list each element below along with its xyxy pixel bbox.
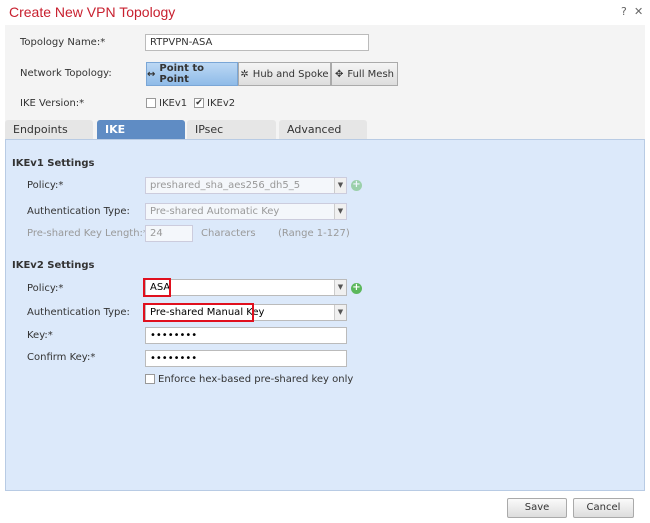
auth-highlight bbox=[143, 303, 254, 322]
policy-highlight bbox=[143, 278, 171, 297]
tab-ike[interactable]: IKE bbox=[97, 120, 185, 139]
ikev1-heading: IKEv1 Settings bbox=[12, 158, 95, 169]
point-to-point-label: Point to Point bbox=[159, 63, 205, 85]
characters-label: Characters bbox=[201, 228, 256, 239]
ikev2-heading: IKEv2 Settings bbox=[12, 260, 95, 271]
hex-checkbox[interactable] bbox=[145, 374, 155, 384]
help-icon[interactable]: ? bbox=[621, 5, 627, 18]
ikev2-checkbox[interactable]: ✔ bbox=[194, 98, 204, 108]
dialog-title: Create New VPN Topology bbox=[9, 4, 176, 20]
ikev1-checkbox[interactable] bbox=[146, 98, 156, 108]
chevron-down-icon: ▼ bbox=[334, 280, 346, 295]
ikev1-policy-value: preshared_sha_aes256_dh5_5 bbox=[150, 180, 301, 191]
psk-length-input[interactable]: 24 bbox=[145, 225, 193, 242]
key-label: Key:* bbox=[27, 330, 53, 341]
confirm-key-label: Confirm Key:* bbox=[27, 352, 96, 363]
hex-label: Enforce hex-based pre-shared key only bbox=[158, 374, 354, 385]
hub-and-spoke-icon: ✲ bbox=[240, 68, 249, 80]
close-icon[interactable]: ✕ bbox=[634, 5, 643, 18]
point-to-point-icon: ↔ bbox=[147, 68, 156, 80]
ike-version-label: IKE Version:* bbox=[20, 98, 85, 109]
hub-and-spoke-button[interactable]: ✲ Hub and Spoke bbox=[238, 62, 331, 86]
ikev1-policy-select[interactable]: preshared_sha_aes256_dh5_5 ▼ bbox=[145, 177, 347, 194]
topology-name-input[interactable]: RTPVPN-ASA bbox=[145, 34, 369, 51]
cancel-button[interactable]: Cancel bbox=[573, 498, 634, 518]
ikev2-auth-label: Authentication Type: bbox=[27, 307, 130, 318]
tab-ipsec[interactable]: IPsec bbox=[187, 120, 276, 139]
full-mesh-icon: ✥ bbox=[335, 68, 344, 80]
hub-and-spoke-label: Hub and Spoke bbox=[252, 68, 329, 80]
tab-advanced[interactable]: Advanced bbox=[279, 120, 367, 139]
range-label: (Range 1-127) bbox=[278, 228, 350, 239]
topology-name-label: Topology Name:* bbox=[20, 37, 106, 48]
confirm-key-input[interactable]: •••••••• bbox=[145, 350, 347, 367]
ikev2-label: IKEv2 bbox=[207, 98, 236, 109]
full-mesh-label: Full Mesh bbox=[347, 68, 394, 80]
key-input[interactable]: •••••••• bbox=[145, 327, 347, 344]
full-mesh-button[interactable]: ✥ Full Mesh bbox=[331, 62, 398, 86]
network-topology-label: Network Topology: bbox=[20, 68, 112, 79]
ikev1-auth-label: Authentication Type: bbox=[27, 206, 130, 217]
ikev1-auth-select[interactable]: Pre-shared Automatic Key ▼ bbox=[145, 203, 347, 220]
ikev2-policy-label: Policy:* bbox=[27, 283, 64, 294]
chevron-down-icon: ▼ bbox=[334, 305, 346, 320]
psk-length-label: Pre-shared Key Length:* bbox=[27, 228, 148, 239]
add-policy-icon[interactable]: + bbox=[351, 283, 362, 294]
tab-endpoints[interactable]: Endpoints bbox=[5, 120, 93, 139]
ikev1-policy-label: Policy:* bbox=[27, 180, 64, 191]
ikev2-policy-select[interactable]: ASA ▼ bbox=[145, 279, 347, 296]
add-policy-icon[interactable]: + bbox=[351, 180, 362, 191]
save-button[interactable]: Save bbox=[507, 498, 567, 518]
ikev1-auth-value: Pre-shared Automatic Key bbox=[150, 206, 280, 217]
ikev1-label: IKEv1 bbox=[159, 98, 188, 109]
chevron-down-icon: ▼ bbox=[334, 204, 346, 219]
chevron-down-icon: ▼ bbox=[334, 178, 346, 193]
point-to-point-button[interactable]: ↔ Point to Point bbox=[146, 62, 238, 86]
